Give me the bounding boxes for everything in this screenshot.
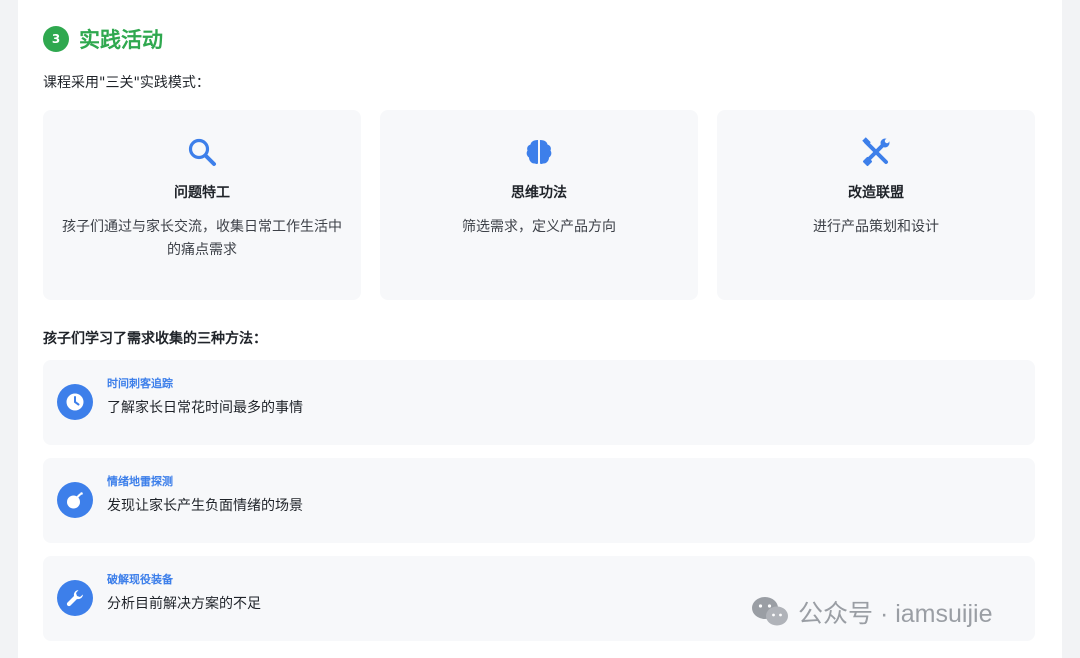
content-card: 3 实践活动 课程采用"三关"实践模式： 问题特工 孩子们通过与家长交流，收集日… [18, 0, 1062, 658]
practice-card-title: 思维功法 [511, 185, 567, 201]
practice-card-thinking: 思维功法 筛选需求，定义产品方向 [380, 110, 698, 300]
method-title: 情绪地雷探测 [107, 475, 173, 488]
practice-card-title: 改造联盟 [848, 185, 904, 201]
search-icon [186, 136, 218, 168]
method-desc: 发现让家长产生负面情绪的场景 [107, 498, 303, 514]
watermark-text: 公众号 · iamsuijie [798, 600, 993, 628]
method-title: 时间刺客追踪 [107, 377, 173, 390]
clock-icon [57, 384, 93, 420]
method-desc: 了解家长日常花时间最多的事情 [107, 400, 303, 416]
section-intro: 课程采用"三关"实践模式： [43, 75, 210, 91]
bomb-icon [57, 482, 93, 518]
method-item-time: 时间刺客追踪 了解家长日常花时间最多的事情 [43, 360, 1035, 445]
methods-heading: 孩子们学习了需求收集的三种方法： [43, 331, 267, 347]
section-title: 实践活动 [79, 28, 163, 52]
practice-card-problem-agent: 问题特工 孩子们通过与家长交流，收集日常工作生活中的痛点需求 [43, 110, 361, 300]
practice-card-desc: 筛选需求，定义产品方向 [462, 219, 616, 235]
method-title: 破解现役装备 [107, 573, 173, 586]
section-header: 3 实践活动 [43, 24, 163, 54]
wrench-icon [57, 580, 93, 616]
practice-card-desc: 孩子们通过与家长交流，收集日常工作生活中的痛点需求 [62, 219, 342, 258]
practice-card-transform: 改造联盟 进行产品策划和设计 [717, 110, 1035, 300]
brain-icon [523, 136, 555, 168]
section-number-badge: 3 [43, 26, 69, 52]
practice-card-grid: 问题特工 孩子们通过与家长交流，收集日常工作生活中的痛点需求 思维功法 筛选需求… [43, 110, 1035, 300]
practice-card-desc: 进行产品策划和设计 [813, 219, 939, 235]
practice-card-title: 问题特工 [174, 185, 230, 201]
method-desc: 分析目前解决方案的不足 [107, 596, 261, 612]
wechat-logo-icon [752, 597, 788, 626]
tools-icon [860, 136, 892, 168]
watermark: 公众号 · iamsuijie [750, 594, 992, 630]
method-item-emotion: 情绪地雷探测 发现让家长产生负面情绪的场景 [43, 458, 1035, 543]
